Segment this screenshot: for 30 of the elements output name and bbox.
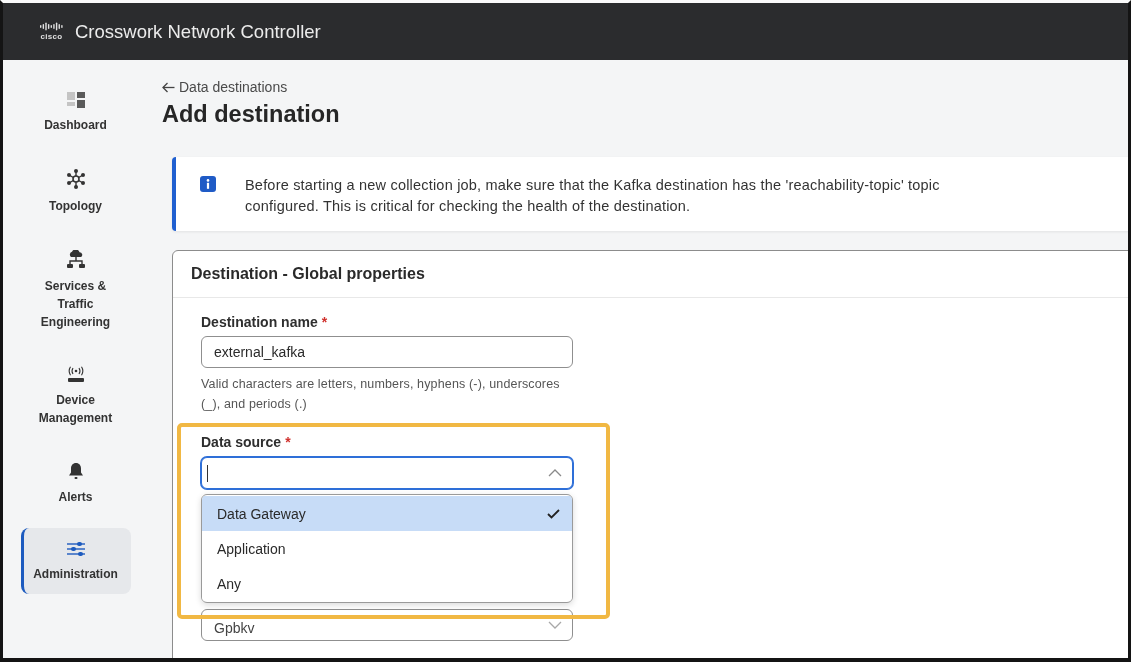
field-label: Data source * <box>201 433 291 451</box>
nav-item[interactable]: Services & Traffic Engineering <box>20 237 131 342</box>
select-field[interactable] <box>201 457 573 489</box>
sliders-icon <box>65 541 86 557</box>
cloud-network-icon <box>65 250 86 269</box>
app-title: Crosswork Network Controller <box>75 20 321 43</box>
dropdown-option[interactable]: Application <box>202 531 572 566</box>
nav-item[interactable]: Dashboard <box>20 79 131 145</box>
dropdown-option[interactable]: Any <box>202 566 572 601</box>
network-hub-icon <box>65 169 86 189</box>
back-link[interactable]: Data destinations <box>162 78 288 96</box>
logo-text: cisco <box>40 32 63 41</box>
nav-item[interactable]: Alerts <box>20 449 131 517</box>
nav-item[interactable]: Topology <box>20 156 131 226</box>
arrow-left-icon <box>162 81 175 93</box>
router-icon <box>65 366 86 383</box>
text-input[interactable]: external_kafka <box>201 336 573 368</box>
check-icon <box>547 508 560 519</box>
nav-item[interactable]: Administration <box>20 528 131 594</box>
page-title: Add destination <box>162 100 340 128</box>
info-icon <box>200 176 216 192</box>
dropdown-option[interactable]: Data Gateway <box>202 496 572 531</box>
help-text: Valid characters are letters, numbers, hyphens (-), underscores (_), and periods (.) <box>201 376 561 413</box>
field-label: Destination name * <box>201 313 328 331</box>
bell-icon <box>67 462 84 480</box>
card-title: Destination - Global properties <box>191 265 425 283</box>
nav-item[interactable]: Device Management <box>20 353 131 438</box>
banner-text: Before starting a new collection job, make sure that the Kafka destination has the 'reachability-topic' topic configured. This is critical for checking the health of the destination. <box>245 176 941 216</box>
dashboard-icon <box>66 92 85 108</box>
logo-bars-icon <box>40 22 63 31</box>
